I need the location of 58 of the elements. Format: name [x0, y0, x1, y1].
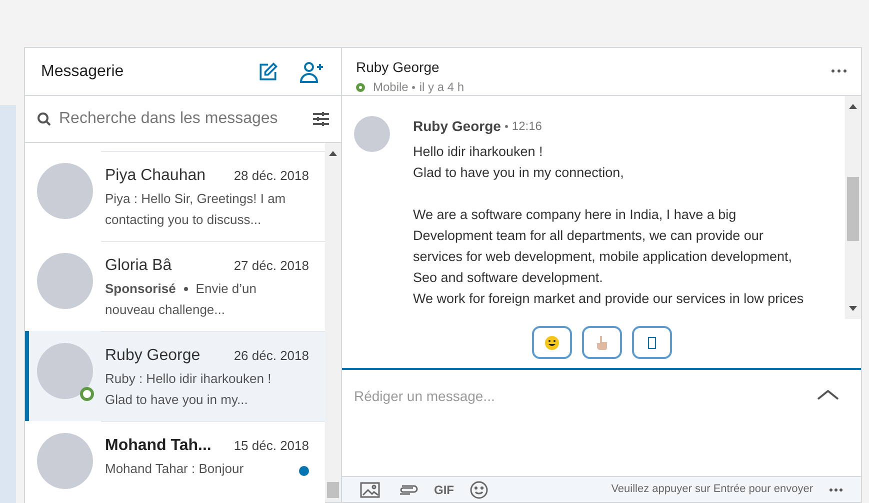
message-preview: Ruby : Hello idir iharkouken ! — [105, 370, 272, 388]
reaction-button[interactable] — [532, 326, 572, 359]
sender-name: Ruby George — [413, 117, 501, 136]
date-label: 26 déc. 2018 — [234, 347, 309, 365]
scrollbar[interactable] — [845, 96, 861, 319]
message-preview: Piya : Hello Sir, Greetings! I am — [105, 190, 286, 208]
message-text: Seo and software development. — [413, 269, 604, 287]
message-text: Hello idir iharkouken ! — [413, 143, 544, 161]
message-preview: Glad to have you in my... — [105, 391, 249, 409]
avatar-photo-placeholder — [354, 116, 390, 152]
gif-button[interactable]: GIF — [434, 480, 454, 498]
message-text: Glad to have you in my connection, — [413, 164, 625, 182]
search-icon — [37, 112, 51, 126]
message-text: Development team for all departments, we can provide our — [413, 227, 764, 245]
date-label: 27 déc. 2018 — [234, 257, 309, 275]
chat-contact-name: Ruby George — [356, 58, 440, 77]
filter-icon[interactable] — [313, 112, 329, 126]
rectangle-icon — [648, 336, 656, 348]
scroll-up-icon[interactable] — [329, 151, 337, 156]
chevron-up-icon[interactable] — [817, 390, 839, 400]
device-label: Mobile — [373, 79, 408, 96]
emoji-icon[interactable] — [470, 480, 488, 498]
message-input-field[interactable]: Rédiger un message... — [354, 386, 817, 406]
panel-title: Messagerie — [41, 62, 125, 82]
conversation-item[interactable]: Ruby George 26 déc. 2018 Ruby : Hello idir iharkouken ! Glad to have you in my... — [25, 331, 325, 421]
scrollbar-thumb[interactable] — [847, 177, 859, 241]
sponsored-label: Sponsorisé — [105, 280, 176, 298]
scroll-down-icon[interactable] — [849, 306, 857, 311]
message-text: We work for foreign market and provide our services in low prices — [413, 290, 804, 308]
contact-name: Gloria Bâ — [105, 256, 172, 276]
smiley-icon — [544, 336, 558, 350]
message-preview: Envie d’un — [196, 280, 257, 298]
last-seen-label: il y a 4 h — [419, 79, 464, 96]
image-icon[interactable] — [360, 482, 380, 498]
date-label: 15 déc. 2018 — [234, 437, 309, 455]
message-preview: nouveau challenge... — [105, 301, 226, 319]
message-preview: Mohand Tahar : Bonjour — [105, 460, 244, 478]
reaction-button[interactable] — [632, 326, 672, 359]
more-options-icon[interactable] — [831, 69, 847, 73]
search-field[interactable]: Recherche dans les messages — [59, 107, 313, 131]
message-preview: contacting you to discuss... — [105, 211, 262, 229]
hand-icon — [596, 336, 608, 350]
date-label: 28 déc. 2018 — [234, 167, 309, 185]
message-text: We are a software company here in India, I have a big — [413, 206, 738, 224]
contact-name: Ruby George — [105, 346, 200, 366]
conversation-item[interactable]: Mohand Tah... 15 déc. 2018 Mohand Tahar : Bonjour — [25, 421, 325, 503]
more-options-icon[interactable] — [829, 488, 843, 492]
scroll-up-icon[interactable] — [849, 104, 857, 109]
send-hint: Veuillez appuyer sur Entrée pour envoyer — [611, 482, 813, 498]
scrollbar[interactable] — [325, 143, 341, 502]
scrollbar-thumb[interactable] — [327, 482, 339, 498]
reaction-button[interactable] — [582, 326, 622, 359]
add-person-icon[interactable] — [299, 60, 325, 82]
contact-name: Piya Chauhan — [105, 166, 206, 186]
contact-name: Mohand Tah... — [105, 436, 212, 456]
compose-icon[interactable] — [257, 60, 279, 82]
message-text: services for web development, mobile application development, — [413, 248, 793, 266]
message-time: 12:16 — [512, 118, 542, 135]
